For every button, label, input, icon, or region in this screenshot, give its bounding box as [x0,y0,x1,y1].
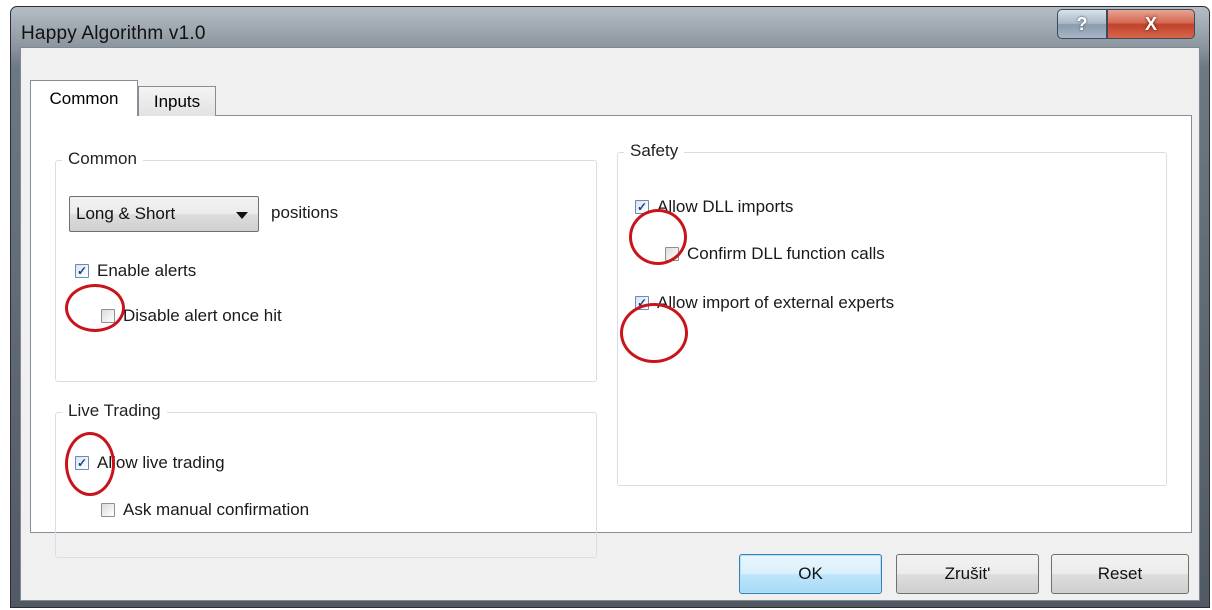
dialog-window: Happy Algorithm v1.0 ? X Common Inputs C… [10,6,1210,608]
positions-select[interactable]: Long & Short [69,196,259,232]
disable-alert-once-hit-checkbox-row[interactable]: Disable alert once hit [101,306,282,326]
allow-dll-imports-label: Allow DLL imports [657,197,794,216]
confirm-dll-function-calls-checkbox-row[interactable]: Confirm DLL function calls [665,244,885,264]
allow-live-trading-checkbox-row[interactable]: ✓ Allow live trading [75,453,225,473]
positions-select-value: Long & Short [76,204,176,223]
allow-import-external-experts-checkbox[interactable]: ✓ [635,296,649,310]
common-group: Common Long & Short positions ✓ Enable a… [55,149,597,382]
help-button[interactable]: ? [1057,9,1107,39]
ask-manual-confirmation-checkbox-row[interactable]: Ask manual confirmation [101,500,309,520]
cancel-button[interactable]: Zrušit' [896,554,1039,594]
disable-alert-once-hit-checkbox[interactable] [101,309,115,323]
ok-button[interactable]: OK [739,554,882,594]
allow-dll-imports-checkbox-row[interactable]: ✓ Allow DLL imports [635,197,793,217]
enable-alerts-label: Enable alerts [97,261,197,280]
ask-manual-confirmation-checkbox[interactable] [101,503,115,517]
confirm-dll-function-calls-checkbox[interactable] [665,247,679,261]
dialog-client-area: Common Inputs Common Long & Short positi… [20,47,1200,601]
ask-manual-confirmation-label: Ask manual confirmation [123,500,310,519]
tab-common[interactable]: Common [30,80,138,116]
safety-group-label: Safety [624,141,685,161]
allow-dll-imports-checkbox[interactable]: ✓ [635,200,649,214]
close-button[interactable]: X [1107,9,1195,39]
live-trading-group: Live Trading ✓ Allow live trading Ask ma… [55,401,597,558]
live-trading-group-label: Live Trading [62,401,167,421]
safety-group: Safety ✓ Allow DLL imports Confirm DLL f… [617,141,1167,486]
tab-inputs[interactable]: Inputs [138,86,216,116]
common-group-label: Common [62,149,143,169]
help-icon: ? [1076,13,1088,34]
allow-live-trading-label: Allow live trading [97,453,225,472]
allow-import-external-experts-label: Allow import of external experts [657,293,895,312]
disable-alert-once-hit-label: Disable alert once hit [123,306,282,325]
allow-live-trading-checkbox[interactable]: ✓ [75,456,89,470]
tab-panel-common: Common Long & Short positions ✓ Enable a… [30,115,1192,558]
allow-import-external-experts-checkbox-row[interactable]: ✓ Allow import of external experts [635,293,894,313]
chevron-down-icon [236,212,248,219]
reset-button[interactable]: Reset [1051,554,1189,594]
confirm-dll-function-calls-label: Confirm DLL function calls [687,244,885,263]
positions-label: positions [271,203,339,222]
close-icon: X [1144,13,1157,34]
enable-alerts-checkbox[interactable]: ✓ [75,264,89,278]
window-title: Happy Algorithm v1.0 [21,23,206,44]
enable-alerts-checkbox-row[interactable]: ✓ Enable alerts [75,261,196,281]
